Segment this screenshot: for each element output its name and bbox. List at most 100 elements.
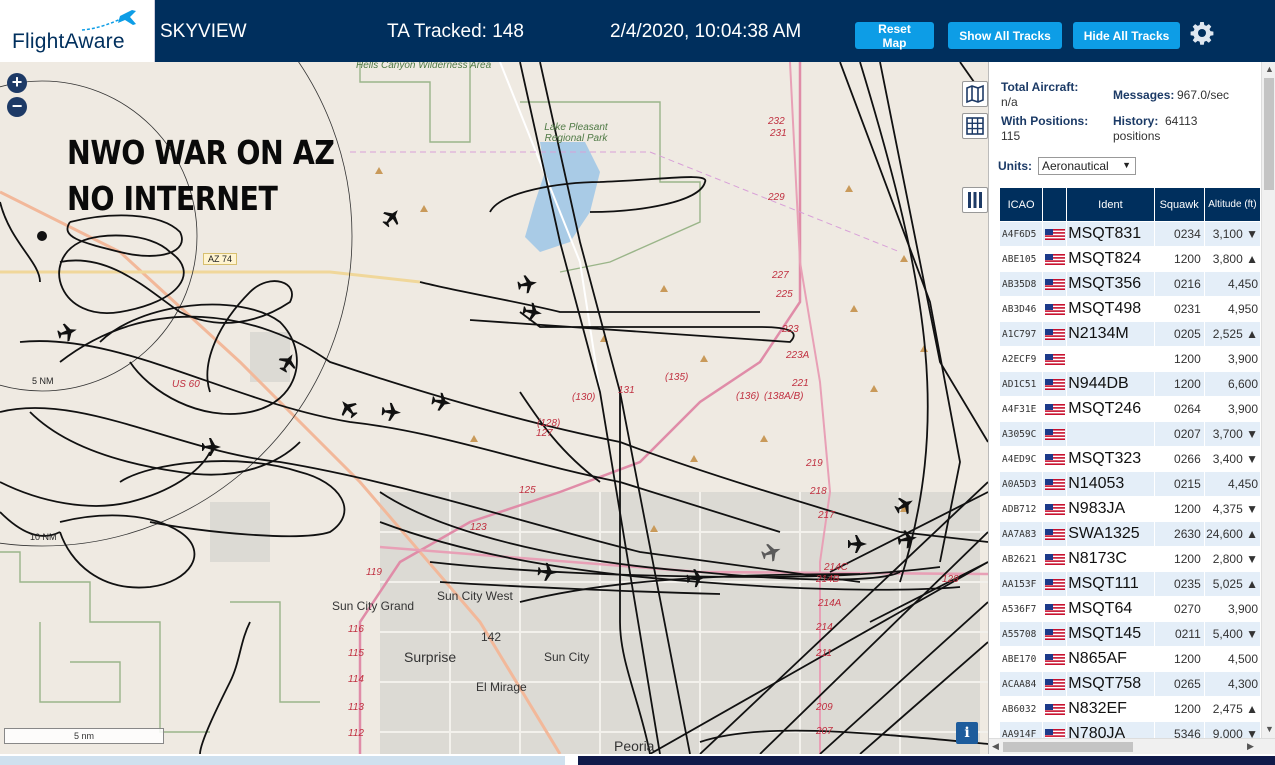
flightaware-logo[interactable]: FlightAware [0, 0, 155, 62]
horizontal-scrollbar[interactable]: ◀ ▶ [989, 738, 1275, 754]
road-label: 225 [776, 289, 793, 300]
us-flag-icon [1045, 579, 1066, 591]
units-select[interactable]: Aeronautical ▼ [1038, 157, 1136, 175]
table-row[interactable]: AA153F MSQT111 0235 5,025 ▲ [998, 571, 1262, 597]
grid-icon [966, 117, 984, 135]
label-peoria: Peoria [614, 738, 655, 754]
map-view[interactable]: Hells Canyon Wilderness Area Lake Pleasa… [0, 62, 988, 754]
us-flag-icon [1045, 329, 1066, 341]
table-row[interactable]: AB35D8 MSQT356 0216 4,450 [998, 271, 1262, 297]
us-flag-icon [1045, 704, 1066, 716]
road-label: 125 [519, 485, 536, 496]
table-row[interactable]: ADB712 N983JA 1200 4,375 ▼ [998, 496, 1262, 522]
cell-squawk: 0235 [1153, 571, 1205, 597]
cell-squawk: 0211 [1153, 621, 1205, 647]
column-header-flag[interactable] [1042, 187, 1068, 222]
show-all-tracks-button[interactable]: Show All Tracks [948, 22, 1062, 49]
scroll-left-icon[interactable]: ◀ [992, 741, 999, 752]
column-header-altitude[interactable]: Altitude (ft) [1203, 187, 1262, 222]
tracked-count: TA Tracked: 148 [387, 21, 524, 42]
cell-flag [1042, 671, 1068, 697]
cell-ident: SWA1325 [1066, 521, 1155, 547]
with-positions-value: 115 [1001, 129, 1021, 143]
cell-ident [1066, 421, 1155, 447]
top-bar: FlightAware SKYVIEW TA Tracked: 148 2/4/… [0, 0, 1275, 62]
table-row[interactable]: A0A5D3 N14053 0215 4,450 [998, 471, 1262, 497]
aircraft-table-body: A4F6D5 MSQT831 0234 3,100 ▼ ABE105 MSQT824 120… [998, 221, 1262, 747]
cell-icao: AB6032 [998, 696, 1044, 722]
table-row[interactable]: AD1C51 N944DB 1200 6,600 [998, 371, 1262, 397]
table-row[interactable]: ABE105 MSQT824 1200 3,800 ▲ [998, 246, 1262, 272]
road-label: 112 [348, 728, 364, 739]
table-row[interactable]: ABE170 N865AF 1200 4,500 [998, 646, 1262, 672]
cell-squawk: 1200 [1153, 346, 1205, 372]
cell-flag [1042, 471, 1068, 497]
units-label: Units: [998, 159, 1032, 173]
range-ring-label-5: 5 NM [32, 376, 54, 386]
label-us60: US 60 [172, 379, 200, 390]
cell-squawk: 0264 [1153, 396, 1205, 422]
vertical-scrollbar[interactable]: ▲ ▼ [1261, 62, 1275, 738]
table-row[interactable]: ACAA84 MSQT758 0265 4,300 [998, 671, 1262, 697]
cell-squawk: 1200 [1153, 646, 1205, 672]
us-flag-icon [1045, 354, 1066, 366]
info-button[interactable]: i [956, 722, 978, 744]
column-header-squawk[interactable]: Squawk [1153, 187, 1205, 222]
aircraft-table: ICAO Ident Squawk Altitude (ft) A4F6D5 MS… [998, 187, 1262, 747]
with-positions-label: With Positions: [1001, 114, 1089, 128]
table-row[interactable]: AB2621 N8173C 1200 2,800 ▼ [998, 546, 1262, 572]
scale-bar: 5 nm [4, 728, 164, 744]
us-flag-icon [1045, 654, 1066, 666]
road-label: 227 [772, 270, 789, 281]
cell-icao: A4F31E [998, 396, 1044, 422]
column-header-ident[interactable]: Ident [1066, 187, 1155, 222]
column-toggle-button[interactable] [962, 187, 988, 213]
table-row[interactable]: A4F31E MSQT246 0264 3,900 [998, 396, 1262, 422]
table-row[interactable]: A536F7 MSQT64 0270 3,900 [998, 596, 1262, 622]
cell-altitude: 2,475 ▲ [1203, 696, 1262, 722]
label-sun-city-grand: Sun City Grand [332, 599, 415, 613]
cell-altitude: 3,100 ▼ [1203, 221, 1262, 247]
table-row[interactable]: A4ED9C MSQT323 0266 3,400 ▼ [998, 446, 1262, 472]
table-row[interactable]: A3059C 0207 3,700 ▼ [998, 421, 1262, 447]
table-row[interactable]: A2ECF9 1200 3,900 [998, 346, 1262, 372]
table-row[interactable]: AA7A83 SWA1325 2630 24,600 ▲ [998, 521, 1262, 547]
gear-icon[interactable] [1190, 21, 1214, 45]
road-label: 115 [348, 648, 364, 659]
table-row[interactable]: AB3D46 MSQT498 0231 4,950 [998, 296, 1262, 322]
grid-toggle-button[interactable] [962, 113, 988, 139]
map-layer-toggle-button[interactable] [962, 81, 988, 107]
column-header-icao[interactable]: ICAO [998, 187, 1044, 222]
road-label: 232 [768, 116, 785, 127]
cell-flag [1042, 271, 1068, 297]
horizontal-scroll-thumb[interactable] [1003, 742, 1133, 752]
table-row[interactable]: AB6032 N832EF 1200 2,475 ▲ [998, 696, 1262, 722]
cell-squawk: 0231 [1153, 296, 1205, 322]
cell-flag [1042, 246, 1068, 272]
hide-all-tracks-button[interactable]: Hide All Tracks [1073, 22, 1180, 49]
road-label: 119 [366, 567, 382, 578]
us-flag-icon [1045, 454, 1066, 466]
cell-flag [1042, 321, 1068, 347]
zoom-in-button[interactable]: + [7, 73, 27, 93]
cell-flag [1042, 546, 1068, 572]
table-row[interactable]: A1C797 N2134M 0205 2,525 ▲ [998, 321, 1262, 347]
cell-flag [1042, 371, 1068, 397]
cell-ident: N832EF [1066, 696, 1155, 722]
scroll-right-icon[interactable]: ▶ [1247, 741, 1254, 752]
table-row[interactable]: A4F6D5 MSQT831 0234 3,100 ▼ [998, 221, 1262, 247]
zoom-out-button[interactable]: − [7, 97, 27, 117]
cell-ident: N8173C [1066, 546, 1155, 572]
cell-ident: MSQT758 [1066, 671, 1155, 697]
table-header-row: ICAO Ident Squawk Altitude (ft) [998, 187, 1262, 222]
road-label: 223A [786, 350, 810, 361]
scroll-up-icon[interactable]: ▲ [1265, 64, 1274, 74]
scroll-down-icon[interactable]: ▼ [1265, 724, 1274, 734]
road-label: 214A [818, 598, 842, 609]
reset-map-button[interactable]: Reset Map [855, 22, 934, 50]
vertical-scroll-thumb[interactable] [1264, 78, 1274, 190]
cell-squawk: 0207 [1153, 421, 1205, 447]
road-label: (130) [572, 392, 596, 403]
table-row[interactable]: A55708 MSQT145 0211 5,400 ▼ [998, 621, 1262, 647]
road-label: 221 [792, 378, 809, 389]
